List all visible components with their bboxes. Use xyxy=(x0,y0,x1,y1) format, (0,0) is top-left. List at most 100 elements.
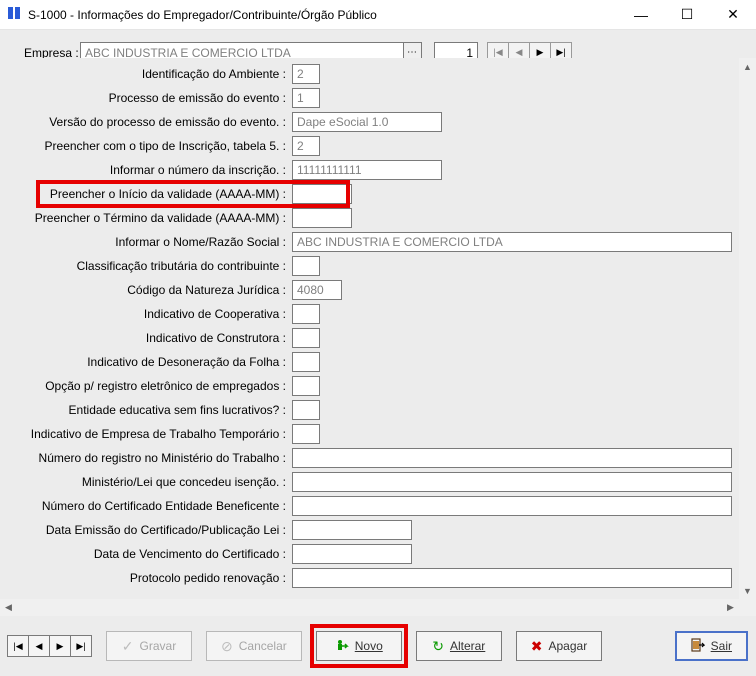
maximize-button[interactable]: ☐ xyxy=(664,0,710,29)
cancelar-button[interactable]: ⊘ Cancelar xyxy=(206,631,302,661)
field-input-wrap xyxy=(292,160,442,180)
field-input-wrap xyxy=(292,208,352,228)
field-input[interactable] xyxy=(292,88,320,108)
close-button[interactable]: ✕ xyxy=(710,0,756,29)
scroll-corner xyxy=(739,599,756,616)
field-input-wrap xyxy=(292,280,342,300)
nav-next-button-bottom[interactable]: ▶ xyxy=(49,635,71,657)
field-input-wrap xyxy=(292,448,732,468)
alterar-label: Alterar xyxy=(450,639,485,653)
field-label: Opção p/ registro eletrônico de empregad… xyxy=(6,379,292,393)
nav-last-button-bottom[interactable]: ▶| xyxy=(70,635,92,657)
field-input-wrap xyxy=(292,112,442,132)
window-controls: — ☐ ✕ xyxy=(618,0,756,29)
field-input[interactable] xyxy=(292,304,320,324)
form-row: Classificação tributária do contribuinte… xyxy=(6,254,746,278)
field-label: Informar o número da inscrição. : xyxy=(6,163,292,177)
field-input[interactable] xyxy=(292,256,320,276)
apagar-button[interactable]: ✖ Apagar xyxy=(516,631,602,661)
field-input-wrap xyxy=(292,400,320,420)
field-input-wrap xyxy=(292,256,320,276)
field-label: Preencher o Início da validade (AAAA-MM)… xyxy=(6,187,292,201)
field-input[interactable] xyxy=(292,424,320,444)
scroll-left-icon[interactable]: ◀ xyxy=(0,599,17,616)
form-row: Preencher o Término da validade (AAAA-MM… xyxy=(6,206,746,230)
form-row: Código da Natureza Jurídica : xyxy=(6,278,746,302)
field-input[interactable] xyxy=(292,400,320,420)
alterar-icon: ↻ xyxy=(432,639,444,653)
field-input[interactable] xyxy=(292,136,320,156)
field-input[interactable] xyxy=(292,520,412,540)
window-title: S-1000 - Informações do Empregador/Contr… xyxy=(28,8,618,22)
field-label: Preencher o Término da validade (AAAA-MM… xyxy=(6,211,292,225)
form-row: Identificação do Ambiente : xyxy=(6,62,746,86)
field-input-wrap xyxy=(292,64,320,84)
field-input[interactable] xyxy=(292,184,352,204)
field-label: Ministério/Lei que concedeu isenção. : xyxy=(6,475,292,489)
cancel-icon: ⊘ xyxy=(221,639,233,653)
gravar-button[interactable]: ✓ Gravar xyxy=(106,631,192,661)
form-row: Data Emissão do Certificado/Publicação L… xyxy=(6,518,746,542)
form-row: Indicativo de Cooperativa : xyxy=(6,302,746,326)
field-input[interactable] xyxy=(292,160,442,180)
form: Identificação do Ambiente : Processo de e… xyxy=(0,58,756,598)
form-row: Protocolo pedido renovação : xyxy=(6,566,746,590)
vertical-scrollbar[interactable]: ▲ ▼ xyxy=(739,58,756,599)
field-label: Classificação tributária do contribuinte… xyxy=(6,259,292,273)
field-input[interactable] xyxy=(292,544,412,564)
field-input[interactable] xyxy=(292,232,732,252)
field-input[interactable] xyxy=(292,112,442,132)
form-row: Informar o número da inscrição. : xyxy=(6,158,746,182)
field-input[interactable] xyxy=(292,496,732,516)
novo-button[interactable]: Novo xyxy=(316,631,402,661)
field-label: Indicativo de Cooperativa : xyxy=(6,307,292,321)
nav-prev-button-bottom[interactable]: ◀ xyxy=(28,635,50,657)
field-label: Data Emissão do Certificado/Publicação L… xyxy=(6,523,292,537)
field-input-wrap xyxy=(292,544,412,564)
form-row: Processo de emissão do evento : xyxy=(6,86,746,110)
field-label: Indicativo de Empresa de Trabalho Tempor… xyxy=(6,427,292,441)
novo-label: Novo xyxy=(355,639,383,653)
form-row: Data de Vencimento do Certificado : xyxy=(6,542,746,566)
field-input-wrap xyxy=(292,88,320,108)
field-label: Protocolo pedido renovação : xyxy=(6,571,292,585)
field-input-wrap xyxy=(292,328,320,348)
field-label: Número do Certificado Entidade Beneficen… xyxy=(6,499,292,513)
field-input[interactable] xyxy=(292,64,320,84)
field-label: Identificação do Ambiente : xyxy=(6,67,292,81)
form-container: Identificação do Ambiente : Processo de e… xyxy=(0,58,756,616)
field-input[interactable] xyxy=(292,328,320,348)
horizontal-scrollbar[interactable]: ◀ ▶ xyxy=(0,599,739,616)
field-input[interactable] xyxy=(292,568,732,588)
field-input[interactable] xyxy=(292,280,342,300)
titlebar: S-1000 - Informações do Empregador/Contr… xyxy=(0,0,756,30)
apagar-label: Apagar xyxy=(549,639,588,653)
field-input[interactable] xyxy=(292,352,320,372)
scroll-right-icon[interactable]: ▶ xyxy=(722,599,739,616)
apagar-icon: ✖ xyxy=(531,639,543,653)
alterar-button[interactable]: ↻ Alterar xyxy=(416,631,502,661)
scroll-down-icon[interactable]: ▼ xyxy=(739,582,756,599)
nav-first-button-bottom[interactable]: |◀ xyxy=(7,635,29,657)
field-input[interactable] xyxy=(292,472,732,492)
form-row: Preencher com o tipo de Inscrição, tabel… xyxy=(6,134,746,158)
form-row: Indicativo de Empresa de Trabalho Tempor… xyxy=(6,422,746,446)
footer-bar: |◀ ◀ ▶ ▶| ✓ Gravar ⊘ Cancelar Novo ↻ Alt… xyxy=(0,616,756,676)
minimize-button[interactable]: — xyxy=(618,0,664,29)
form-row: Ministério/Lei que concedeu isenção. : xyxy=(6,470,746,494)
field-input[interactable] xyxy=(292,376,320,396)
sair-button[interactable]: Sair xyxy=(675,631,748,661)
field-label: Indicativo de Construtora : xyxy=(6,331,292,345)
app-icon xyxy=(6,5,22,24)
field-input[interactable] xyxy=(292,448,732,468)
cancelar-label: Cancelar xyxy=(239,639,287,653)
field-label: Código da Natureza Jurídica : xyxy=(6,283,292,297)
field-label: Versão do processo de emissão do evento.… xyxy=(6,115,292,129)
field-input-wrap xyxy=(292,376,320,396)
field-input-wrap xyxy=(292,184,352,204)
scroll-up-icon[interactable]: ▲ xyxy=(739,58,756,75)
field-input[interactable] xyxy=(292,208,352,228)
field-input-wrap xyxy=(292,352,320,372)
field-input-wrap xyxy=(292,424,320,444)
field-label: Informar o Nome/Razão Social : xyxy=(6,235,292,249)
